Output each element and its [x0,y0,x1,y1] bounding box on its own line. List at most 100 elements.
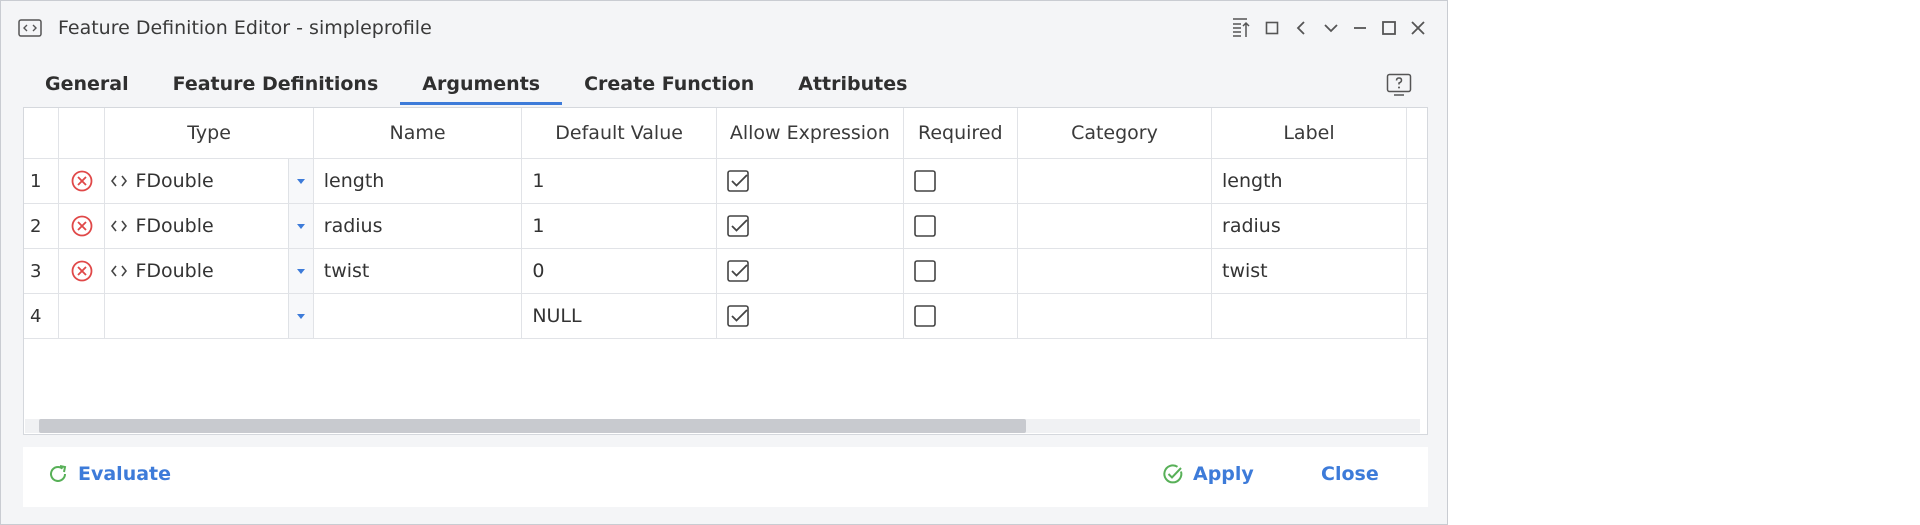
tab-bar: General Feature Definitions Arguments Cr… [23,65,929,107]
name-cell[interactable]: twist [313,248,523,294]
allow-expression-checkbox[interactable] [716,293,904,339]
label-cell[interactable]: radius [1211,203,1407,249]
name-cell[interactable]: length [313,158,523,204]
code-icon [111,220,128,232]
check-circle-icon [1163,464,1183,484]
type-combobox[interactable]: FDouble [104,248,314,294]
default-value-cell[interactable]: 1 [521,158,717,204]
maximize-icon[interactable] [1377,16,1401,40]
category-cell[interactable] [1017,248,1213,294]
feature-definition-editor-window: Feature Definition Editor - simpleprofil… [0,0,1448,525]
name-cell[interactable] [313,293,523,339]
title-bar: Feature Definition Editor - simpleprofil… [1,1,1447,55]
type-dropdown-button[interactable] [287,294,313,338]
tab-general[interactable]: General [23,65,151,105]
close-icon[interactable] [1406,16,1430,40]
tab-arguments[interactable]: Arguments [400,65,563,105]
type-dropdown-button[interactable] [287,204,313,248]
table-row: 4 NULL [24,293,1427,339]
column-header-name[interactable]: Name [313,108,523,159]
delete-row-button[interactable] [58,158,106,204]
evaluate-button[interactable]: Evaluate [47,463,171,485]
label-cell[interactable]: length [1211,158,1407,204]
checkbox-unchecked-icon [913,215,936,238]
row-number: 1 [24,158,60,204]
default-value-cell[interactable]: NULL [521,293,717,339]
delete-cell-empty [58,293,106,339]
row-number: 2 [24,203,60,249]
chevron-down-icon [296,223,305,229]
apply-label: Apply [1193,463,1254,485]
row-filler [1406,203,1427,249]
checkbox-checked-icon [727,215,749,238]
type-combobox[interactable] [104,293,314,339]
header-filler [1406,108,1427,159]
category-cell[interactable] [1017,158,1213,204]
delete-row-button[interactable] [58,248,106,294]
type-dropdown-button[interactable] [287,249,313,293]
apply-button[interactable]: Apply [1162,463,1254,485]
allow-expression-checkbox[interactable] [716,248,904,294]
required-checkbox[interactable] [903,203,1018,249]
row-number: 4 [24,293,60,339]
tab-create-function[interactable]: Create Function [562,65,776,105]
column-header-default-value[interactable]: Default Value [521,108,717,159]
table-row: 1 FDouble length 1 length [24,158,1427,204]
type-dropdown-button[interactable] [287,159,313,203]
evaluate-label: Evaluate [78,463,172,485]
checkbox-checked-icon [727,305,749,328]
column-header-category[interactable]: Category [1017,108,1213,159]
row-filler [1406,248,1427,294]
column-header-allow-expression[interactable]: Allow Expression [716,108,904,159]
row-filler [1406,293,1427,339]
close-button[interactable]: Close [1321,463,1379,485]
default-value-cell[interactable]: 1 [521,203,717,249]
label-cell[interactable] [1211,293,1407,339]
restore-small-icon[interactable] [1260,16,1284,40]
tab-attributes[interactable]: Attributes [776,65,929,105]
footer-bar: Evaluate Apply Close [23,447,1428,507]
column-header-required[interactable]: Required [903,108,1018,159]
required-checkbox[interactable] [903,158,1018,204]
chevron-down-icon [296,268,305,274]
allow-expression-checkbox[interactable] [716,203,904,249]
column-header-label[interactable]: Label [1211,108,1407,159]
tab-feature-definitions[interactable]: Feature Definitions [151,65,401,105]
label-cell[interactable]: twist [1211,248,1407,294]
horizontal-scrollbar-thumb[interactable] [39,419,1026,433]
type-combobox[interactable]: FDouble [104,158,314,204]
app-icon [18,19,42,37]
delete-icon [71,215,93,237]
type-value: FDouble [135,215,214,237]
table-header-row: Type Name Default Value Allow Expression… [24,108,1427,159]
default-value-cell[interactable]: 0 [521,248,717,294]
row-filler [1406,158,1427,204]
help-icon[interactable] [1386,73,1412,97]
refresh-icon [50,465,67,482]
chevron-down-icon [296,313,305,319]
checkbox-unchecked-icon [913,305,936,328]
allow-expression-checkbox[interactable] [716,158,904,204]
window-title: Feature Definition Editor - simpleprofil… [58,17,432,39]
delete-header [58,108,106,159]
type-value: FDouble [135,260,214,282]
close-label: Close [1321,463,1379,485]
delete-row-button[interactable] [58,203,106,249]
type-combobox[interactable]: FDouble [104,203,314,249]
arguments-table: Type Name Default Value Allow Expression… [23,107,1428,435]
pin-toolbar-icon[interactable] [1230,16,1254,40]
required-checkbox[interactable] [903,293,1018,339]
table-row: 2 FDouble radius 1 radius [24,203,1427,249]
column-header-type[interactable]: Type [104,108,314,159]
row-number: 3 [24,248,60,294]
category-cell[interactable] [1017,203,1213,249]
name-cell[interactable]: radius [313,203,523,249]
chevron-down-icon[interactable] [1319,16,1343,40]
code-icon [111,175,128,187]
chevron-down-icon [296,178,305,184]
chevron-left-icon[interactable] [1289,16,1313,40]
table-row: 3 FDouble twist 0 twist [24,248,1427,294]
minimize-icon[interactable] [1348,16,1372,40]
required-checkbox[interactable] [903,248,1018,294]
category-cell[interactable] [1017,293,1213,339]
